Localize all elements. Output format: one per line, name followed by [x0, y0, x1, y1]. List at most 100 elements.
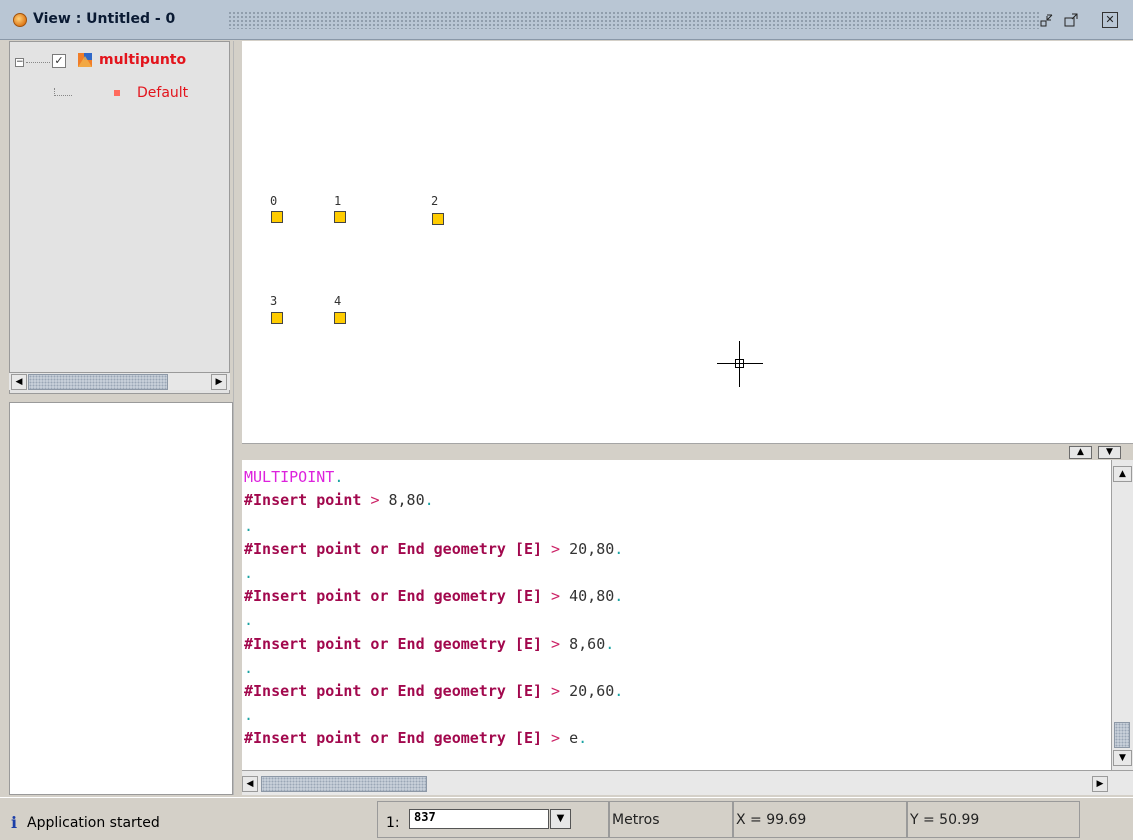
- expand-down-button[interactable]: ▼: [1098, 446, 1121, 459]
- scale-prefix: 1:: [386, 815, 400, 831]
- console-horizontal-scrollbar[interactable]: ◀ ▶: [242, 770, 1133, 795]
- console-prompt: #Insert point or End geometry [E]: [244, 587, 543, 605]
- toc-horizontal-scrollbar[interactable]: ◀ ▶: [9, 372, 230, 390]
- console-arrow: >: [370, 491, 380, 509]
- map-point[interactable]: [271, 211, 283, 223]
- console-prompt: #Insert point or End geometry [E]: [244, 635, 543, 653]
- console-value: 20,60: [569, 682, 615, 700]
- point-label: 2: [431, 194, 439, 208]
- scale-dropdown-button[interactable]: ▼: [550, 809, 571, 829]
- console-line: .: [244, 706, 253, 724]
- point-label: 3: [270, 294, 278, 308]
- point-label: 1: [334, 194, 342, 208]
- console-dot: .: [244, 517, 254, 535]
- title-bar-grip: [228, 11, 1041, 29]
- minimize-icon: [1040, 14, 1053, 27]
- console-value: 40,80: [569, 587, 615, 605]
- console-arrow: >: [551, 540, 561, 558]
- y-coordinate: Y = 50.99: [907, 801, 1080, 838]
- scroll-left-button[interactable]: ◀: [11, 374, 27, 390]
- console-splitter[interactable]: ▲ ▼: [242, 443, 1133, 460]
- tree-collapse-toggle[interactable]: −: [15, 58, 24, 67]
- map-point[interactable]: [432, 213, 444, 225]
- scroll-down-button[interactable]: ▼: [1113, 750, 1132, 766]
- command-console[interactable]: MULTIPOINT. #Insert point > 8,80. . #Ins…: [242, 460, 1111, 770]
- console-arrow: >: [551, 729, 561, 747]
- console-arrow: >: [551, 635, 561, 653]
- legend-label[interactable]: Default: [137, 85, 188, 101]
- console-command-line: MULTIPOINT.: [244, 468, 343, 486]
- layer-name[interactable]: multipunto: [99, 52, 186, 68]
- console-line: #Insert point or End geometry [E] > e.: [244, 729, 587, 747]
- scroll-left-button[interactable]: ◀: [242, 776, 258, 792]
- console-dot: .: [614, 540, 624, 558]
- layer-visibility-checkbox[interactable]: ✓: [52, 54, 66, 68]
- console-dot: .: [244, 706, 254, 724]
- console-value: 20,80: [569, 540, 615, 558]
- arrow-down-icon: ▼: [1106, 447, 1113, 457]
- scroll-up-button[interactable]: ▲: [1113, 466, 1132, 482]
- close-button[interactable]: ✕: [1102, 12, 1118, 28]
- console-line: #Insert point > 8,80.: [244, 491, 434, 509]
- tree-connector: [54, 88, 72, 96]
- console-command: MULTIPOINT: [244, 468, 335, 486]
- scale-input[interactable]: 837: [409, 809, 549, 829]
- x-coordinate: X = 99.69: [733, 801, 907, 838]
- console-line: .: [244, 564, 253, 582]
- console-line: #Insert point or End geometry [E] > 20,8…: [244, 540, 623, 558]
- minimize-button[interactable]: [1039, 12, 1055, 28]
- console-dot: .: [244, 564, 254, 582]
- console-vertical-scrollbar[interactable]: ▲ ▼: [1111, 460, 1133, 770]
- vector-layer-icon: [77, 52, 93, 68]
- gvsig-view-icon: [13, 13, 27, 27]
- crosshair-cursor-box: [735, 359, 744, 368]
- scroll-thumb[interactable]: [261, 776, 427, 792]
- console-prompt: #Insert point or End geometry [E]: [244, 540, 543, 558]
- chevron-down-icon: ▼: [556, 813, 565, 824]
- map-point[interactable]: [334, 312, 346, 324]
- console-line: .: [244, 659, 253, 677]
- close-icon: ✕: [1105, 13, 1115, 26]
- status-message: Application started: [27, 815, 160, 831]
- console-dot: .: [244, 659, 254, 677]
- panel-splitter[interactable]: [9, 394, 233, 402]
- console-prompt: #Insert point: [244, 491, 362, 509]
- console-line: #Insert point or End geometry [E] > 8,60…: [244, 635, 614, 653]
- window-title: View : Untitled - 0: [33, 11, 176, 27]
- console-dot: .: [605, 635, 615, 653]
- map-point[interactable]: [271, 312, 283, 324]
- window-title-bar[interactable]: View : Untitled - 0 ✕: [0, 0, 1133, 40]
- console-line: .: [244, 517, 253, 535]
- console-dot: .: [614, 587, 624, 605]
- arrow-up-icon: ▲: [1077, 447, 1084, 457]
- console-dot: .: [614, 682, 624, 700]
- map-canvas[interactable]: 0 1 2 3 4: [242, 41, 1133, 443]
- scroll-right-button[interactable]: ▶: [1092, 776, 1108, 792]
- locator-map[interactable]: [9, 402, 233, 795]
- console-dot: .: [244, 611, 254, 629]
- console-line: #Insert point or End geometry [E] > 40,8…: [244, 587, 623, 605]
- console-value: 8,60: [569, 635, 606, 653]
- console-arrow: >: [551, 682, 561, 700]
- console-line: #Insert point or End geometry [E] > 20,6…: [244, 682, 623, 700]
- console-arrow: >: [551, 587, 561, 605]
- point-label: 4: [334, 294, 342, 308]
- map-point[interactable]: [334, 211, 346, 223]
- legend-symbol: [114, 90, 120, 96]
- view-splitter[interactable]: [233, 41, 241, 795]
- tree-connector: [26, 62, 50, 63]
- units-field: Metros: [609, 801, 733, 838]
- console-prompt: #Insert point or End geometry [E]: [244, 729, 543, 747]
- expand-up-button[interactable]: ▲: [1069, 446, 1092, 459]
- status-bar: i Application started 1: 837 ▼ Metros X …: [0, 797, 1133, 840]
- console-value: 8,80: [388, 491, 425, 509]
- console-line: .: [244, 611, 253, 629]
- arrow-up-icon: ▲: [1119, 469, 1126, 479]
- console-prompt: #Insert point or End geometry [E]: [244, 682, 543, 700]
- scroll-thumb[interactable]: [28, 374, 168, 390]
- console-value: e: [569, 729, 579, 747]
- restore-button[interactable]: [1063, 12, 1079, 28]
- scroll-right-button[interactable]: ▶: [211, 374, 227, 390]
- scroll-thumb[interactable]: [1114, 722, 1130, 748]
- restore-icon: [1064, 13, 1078, 27]
